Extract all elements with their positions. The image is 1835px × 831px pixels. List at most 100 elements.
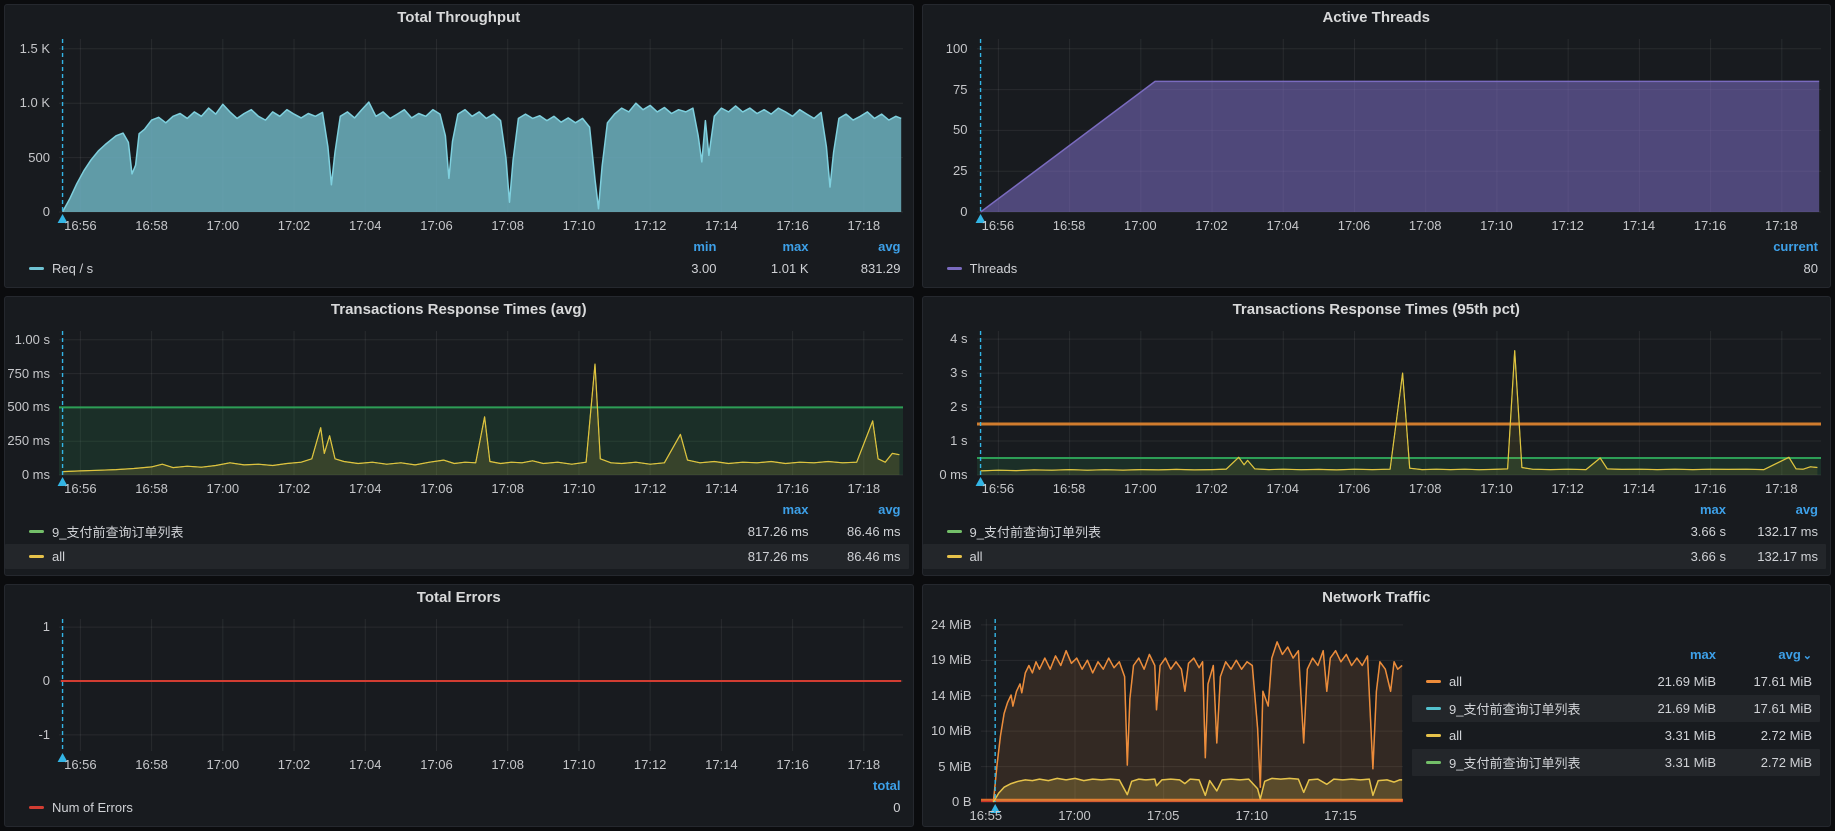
- x-tick-label: 17:18: [848, 757, 881, 772]
- y-tick-label: 0 ms: [5, 467, 50, 482]
- legend-series-label[interactable]: 9_支付前查询订单列表: [1449, 699, 1580, 718]
- y-tick-label: 0 B: [923, 794, 972, 809]
- legend-series-label[interactable]: all: [1449, 674, 1462, 689]
- legend-column-header[interactable]: max: [717, 239, 809, 254]
- y-tick-label: 1.00 s: [5, 332, 50, 347]
- panel-title[interactable]: Transactions Response Times (95th pct): [923, 297, 1831, 323]
- x-tick-label: 17:10: [563, 757, 596, 772]
- legend-column-header[interactable]: avg: [809, 239, 901, 254]
- y-tick-label: 100: [923, 41, 968, 56]
- x-tick-label: 16:55: [970, 808, 1003, 823]
- legend-column-header[interactable]: max: [1620, 647, 1716, 662]
- x-tick-label: 17:15: [1324, 808, 1357, 823]
- series-area: [63, 102, 902, 212]
- legend-row: Req / s3.001.01 K831.29: [5, 256, 909, 281]
- series-color-dash-icon: [1426, 680, 1441, 683]
- legend-value: 0: [809, 800, 901, 815]
- total-errors-chart[interactable]: 16:5616:5817:0017:0217:0417:0617:0817:10…: [5, 611, 913, 775]
- legend-series-label[interactable]: 9_支付前查询订单列表: [1449, 753, 1580, 772]
- legend-column-header-label: max: [782, 239, 808, 254]
- x-tick-label: 17:10: [563, 218, 596, 233]
- x-tick-label: 17:14: [1623, 481, 1656, 496]
- legend-row: 9_支付前查询订单列表817.26 ms86.46 ms: [5, 519, 909, 544]
- legend-column-header[interactable]: current: [1726, 239, 1818, 254]
- total-throughput-chart[interactable]: 16:5616:5817:0017:0217:0417:0617:0817:10…: [5, 31, 913, 236]
- legend-header-row: maxavg: [923, 499, 1827, 519]
- panel-title[interactable]: Network Traffic: [923, 585, 1831, 611]
- y-tick-label: 3 s: [923, 365, 968, 380]
- legend-series: 9_支付前查询订单列表: [29, 522, 717, 541]
- x-tick-label: 17:02: [1195, 481, 1228, 496]
- legend-series-label[interactable]: 9_支付前查询订单列表: [52, 522, 183, 541]
- sort-caret-icon: ⌄: [1803, 650, 1812, 662]
- y-tick-label: 19 MiB: [923, 652, 972, 667]
- legend-series-label[interactable]: Threads: [970, 261, 1018, 276]
- legend-series-label[interactable]: all: [1449, 728, 1462, 743]
- x-tick-label: 17:08: [491, 757, 524, 772]
- legend-column-header[interactable]: avg⌄: [1716, 647, 1812, 662]
- panel-title[interactable]: Transactions Response Times (avg): [5, 297, 913, 323]
- x-tick-label: 17:18: [848, 481, 881, 496]
- legend-column-header[interactable]: max: [717, 502, 809, 517]
- series-color-dash-icon: [1426, 707, 1441, 710]
- legend-column-header[interactable]: avg: [1726, 502, 1818, 517]
- legend-series-label[interactable]: all: [970, 549, 983, 564]
- x-tick-label: 17:18: [848, 218, 881, 233]
- legend-series-label[interactable]: Num of Errors: [52, 800, 133, 815]
- legend-series: Num of Errors: [29, 800, 809, 815]
- legend-value: 3.31 MiB: [1620, 728, 1716, 743]
- series-color-dash-icon: [29, 530, 44, 533]
- y-tick-label: 750 ms: [5, 366, 50, 381]
- network-traffic-chart[interactable]: 16:5517:0017:0517:1017:150 B5 MiB10 MiB1…: [923, 611, 1413, 826]
- x-tick-label: 17:00: [207, 757, 240, 772]
- response-times-95th-chart[interactable]: 16:5616:5817:0017:0217:0417:0617:0817:10…: [923, 323, 1831, 499]
- x-tick-label: 17:14: [705, 218, 738, 233]
- x-tick-label: 17:04: [1266, 481, 1299, 496]
- y-tick-label: 0 ms: [923, 467, 968, 482]
- legend-series: all: [947, 549, 1635, 564]
- legend-column-header[interactable]: max: [1634, 502, 1726, 517]
- legend-column-header-label: max: [782, 502, 808, 517]
- panel-response-times-avg: Transactions Response Times (avg) 16:561…: [4, 296, 914, 576]
- legend-series: 9_支付前查询订单列表: [947, 522, 1635, 541]
- legend-row: all21.69 MiB17.61 MiB: [1412, 668, 1820, 695]
- active-threads-chart[interactable]: 16:5616:5817:0017:0217:0417:0617:0817:10…: [923, 31, 1831, 236]
- legend-column-header[interactable]: avg: [809, 502, 901, 517]
- x-tick-label: 17:16: [776, 481, 809, 496]
- panel-response-times-95th: Transactions Response Times (95th pct) 1…: [922, 296, 1832, 576]
- x-tick-label: 17:16: [1694, 481, 1727, 496]
- x-tick-label: 17:14: [1623, 218, 1656, 233]
- panel-title[interactable]: Active Threads: [923, 5, 1831, 31]
- legend-column-header-label: avg: [878, 239, 900, 254]
- x-tick-label: 16:56: [982, 481, 1015, 496]
- x-tick-label: 17:16: [776, 218, 809, 233]
- x-tick-label: 17:04: [349, 757, 382, 772]
- panel-title[interactable]: Total Errors: [5, 585, 913, 611]
- panel-network-traffic: Network Traffic 16:5517:0017:0517:1017:1…: [922, 584, 1832, 827]
- x-tick-label: 16:58: [135, 481, 168, 496]
- x-tick-label: 17:04: [349, 481, 382, 496]
- x-tick-label: 17:12: [634, 757, 667, 772]
- legend-column-header[interactable]: total: [809, 778, 901, 793]
- legend-series-label[interactable]: 9_支付前查询订单列表: [970, 522, 1101, 541]
- panel-title[interactable]: Total Throughput: [5, 5, 913, 31]
- series-color-dash-icon: [947, 267, 962, 270]
- x-tick-label: 17:10: [563, 481, 596, 496]
- legend-value: 817.26 ms: [717, 549, 809, 564]
- response-times-avg-chart[interactable]: 16:5616:5817:0017:0217:0417:0617:0817:10…: [5, 323, 913, 499]
- x-tick-label: 16:56: [64, 757, 97, 772]
- legend-column-header[interactable]: min: [625, 239, 717, 254]
- x-tick-label: 17:18: [1765, 218, 1798, 233]
- x-tick-label: 17:08: [1409, 218, 1442, 233]
- legend-header-row: min max avg: [5, 236, 909, 256]
- panel-active-threads: Active Threads 16:5616:5817:0017:0217:04…: [922, 4, 1832, 288]
- legend-column-header-label: max: [1700, 502, 1726, 517]
- legend-series-label[interactable]: Req / s: [52, 261, 93, 276]
- legend-header-row: maxavg: [5, 499, 909, 519]
- x-tick-label: 17:12: [1551, 481, 1584, 496]
- x-tick-label: 17:14: [705, 757, 738, 772]
- legend-series-label[interactable]: all: [52, 549, 65, 564]
- legend-value: 132.17 ms: [1726, 524, 1818, 539]
- series-area: [993, 778, 1402, 802]
- grafana-dashboard: Total Throughput 16:5616:5817:0017:0217:…: [0, 0, 1835, 831]
